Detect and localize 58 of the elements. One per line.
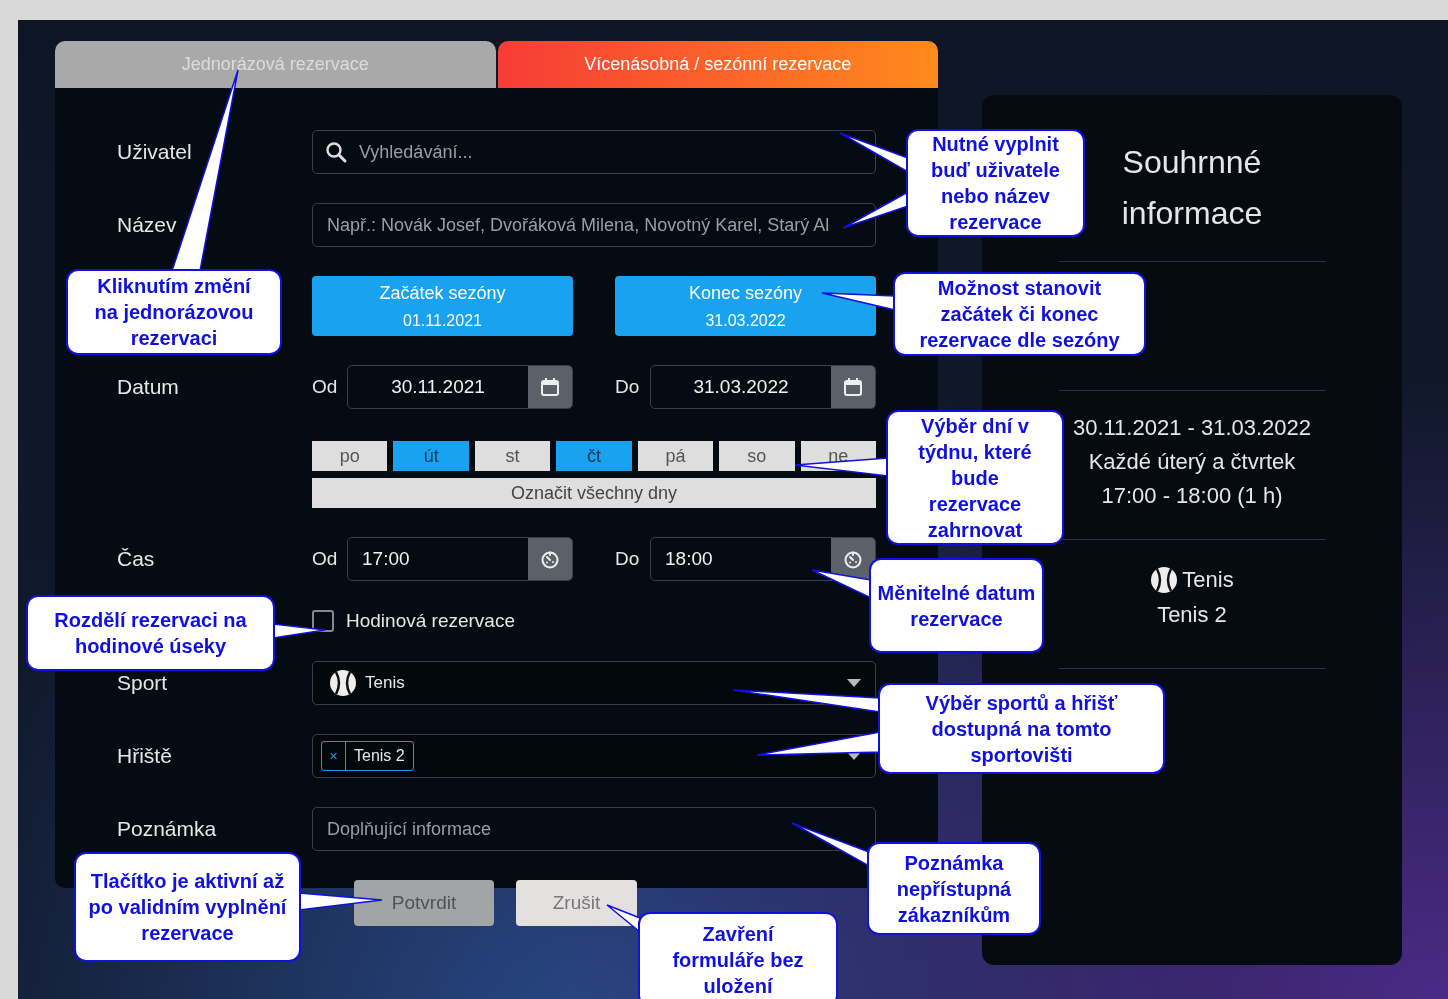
- calendar-icon: [843, 377, 863, 397]
- field-prefix-label: Do: [615, 548, 641, 570]
- select-all-button[interactable]: Označit všechny dny: [312, 478, 876, 508]
- callout-note: Kliknutím změní na jednorázovou rezervaci: [66, 269, 282, 355]
- summary-text: 17:00 - 18:00 (1 h): [1101, 483, 1283, 509]
- day-toggle[interactable]: st: [474, 441, 551, 471]
- timer-icon: [540, 549, 560, 569]
- field-label: Poznámka: [117, 817, 218, 841]
- field-prefix-label: Od: [312, 376, 339, 398]
- tab[interactable]: Vícenásobná / sezónní rezervace: [497, 41, 938, 88]
- search-field[interactable]: Vyhledávání...: [312, 130, 876, 174]
- tennis-ball-icon: [1150, 566, 1179, 594]
- callout-note: Měnitelné datum rezervace: [869, 558, 1044, 653]
- calendar-icon: [540, 377, 560, 397]
- callout-note: Zavření formuláře bez uložení: [638, 912, 838, 999]
- note-field[interactable]: Doplňující informace: [312, 807, 876, 851]
- callout-note: Nutné vyplnit buď uživatele nebo název rezervace: [906, 129, 1085, 237]
- timer-icon: [843, 549, 863, 569]
- cancel-button[interactable]: Zrušit: [516, 880, 637, 926]
- day-toggle[interactable]: po: [312, 441, 388, 471]
- callout-note: Výběr sportů a hřišť dostupná na tomto sportovišti: [878, 683, 1165, 774]
- field-label: Hřiště: [117, 744, 173, 768]
- sport-select[interactable]: Tenis: [312, 661, 876, 705]
- callout-note: Poznámka nepřístupná zákazníkům: [867, 842, 1041, 935]
- callout-note: Výběr dní v týdnu, které bude rezervace zahrnovat: [886, 410, 1064, 545]
- name-field[interactable]: Např.: Novák Josef, Dvořáková Milena, Novotný Karel, Starý Al: [312, 203, 876, 247]
- summary-text: Tenis 2: [1157, 602, 1227, 628]
- field-label: Datum: [117, 375, 180, 399]
- day-toggle[interactable]: pá: [637, 441, 714, 471]
- tag-label: Tenis 2: [353, 747, 406, 765]
- callout-pointer: [811, 569, 872, 600]
- caret-icon: [847, 679, 861, 687]
- callout-note: Tlačítko je aktivní až po validním vyplnění rezervace: [74, 852, 301, 962]
- field-label: Čas: [117, 547, 156, 571]
- day-toggle[interactable]: so: [719, 441, 795, 471]
- picker-field[interactable]: 17:00: [347, 537, 573, 581]
- field-prefix-label: Do: [615, 376, 641, 398]
- summary-text: Tenis: [1182, 567, 1234, 593]
- remove-tag-button[interactable]: ×: [322, 742, 346, 770]
- callout-pointer: [272, 623, 326, 639]
- day-toggle[interactable]: čt: [556, 441, 632, 471]
- summary-text: 30.11.2021 - 31.03.2022: [1072, 415, 1312, 441]
- picker-field[interactable]: 31.03.2022: [650, 365, 876, 409]
- callout-pointer: [839, 132, 909, 174]
- callout-pointer: [842, 190, 909, 229]
- field-label: Sport: [117, 671, 169, 695]
- day-toggle[interactable]: út: [393, 441, 469, 471]
- summary-text: Každé úterý a čtvrtek: [1088, 449, 1296, 475]
- picker-field[interactable]: 30.11.2021: [347, 365, 573, 409]
- callout-note: Rozdělí rezervaci na hodinové úseky: [26, 595, 275, 671]
- field-label: Název: [117, 213, 178, 237]
- field-prefix-label: Od: [312, 548, 339, 570]
- tennis-ball-icon: [329, 669, 357, 697]
- checkbox-label: Hodinová rezervace: [346, 610, 515, 632]
- field-label: Uživatel: [117, 140, 193, 164]
- callout-note: Možnost stanovit začátek či konec rezervace dle sezóny: [893, 272, 1146, 356]
- summary-title: Souhrnné informace: [1120, 143, 1264, 233]
- search-icon: [324, 140, 348, 164]
